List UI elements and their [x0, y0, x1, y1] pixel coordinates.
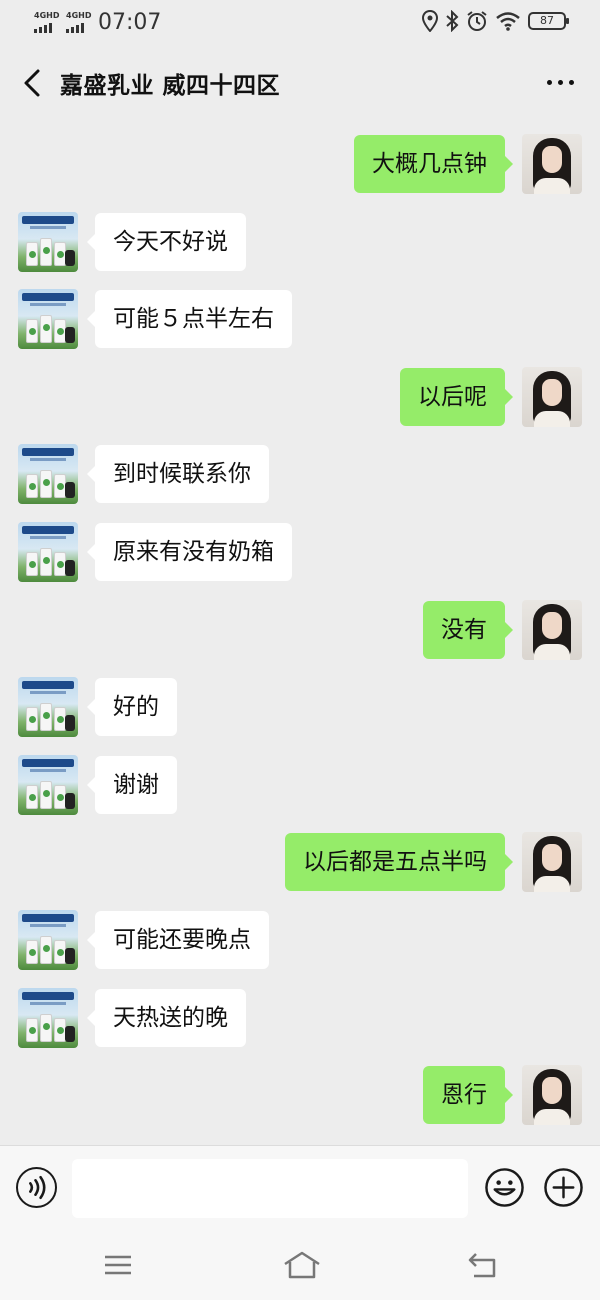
system-nav-bar	[0, 1230, 600, 1300]
message-bubble[interactable]: 好的	[87, 678, 177, 736]
contact-avatar[interactable]	[18, 444, 78, 504]
message-bubble[interactable]: 没有	[423, 601, 513, 659]
wifi-icon	[496, 12, 520, 31]
status-time: 07:07	[98, 10, 162, 35]
contact-avatar[interactable]	[18, 988, 78, 1048]
received-message: 可能５点半左右	[0, 289, 600, 349]
contact-avatar[interactable]	[18, 289, 78, 349]
message-bubble[interactable]: 可能５点半左右	[87, 290, 292, 348]
signal-label: 4GHD	[66, 11, 92, 20]
message-bubble[interactable]: 原来有没有奶箱	[87, 523, 292, 581]
message-bubble[interactable]: 到时候联系你	[87, 445, 269, 503]
location-icon	[422, 10, 438, 32]
contact-avatar[interactable]	[18, 677, 78, 737]
sent-message: 没有	[0, 600, 600, 660]
message-bubble[interactable]: 今天不好说	[87, 213, 246, 271]
message-bubble[interactable]: 以后呢	[400, 368, 513, 426]
message-input[interactable]	[72, 1159, 468, 1218]
message-bubble[interactable]: 天热送的晚	[87, 989, 246, 1047]
received-message: 今天不好说	[0, 212, 600, 272]
contact-avatar[interactable]	[18, 755, 78, 815]
sent-message: 以后都是五点半吗	[0, 832, 600, 892]
signal-icon: 4GHD	[66, 11, 92, 35]
battery-icon: 87	[528, 12, 569, 30]
received-message: 天热送的晚	[0, 988, 600, 1048]
sent-message: 以后呢	[0, 367, 600, 427]
voice-icon[interactable]	[16, 1167, 57, 1208]
back-icon[interactable]	[466, 1250, 500, 1280]
status-bar: 4GHD 4GHD 07:07 87	[0, 0, 600, 46]
user-avatar[interactable]	[522, 600, 582, 660]
more-dots-icon[interactable]	[547, 80, 574, 85]
contact-avatar[interactable]	[18, 522, 78, 582]
chat-header: 嘉盛乳业 威四十四区	[0, 46, 600, 120]
contact-avatar[interactable]	[18, 212, 78, 272]
user-avatar[interactable]	[522, 367, 582, 427]
received-message: 谢谢	[0, 755, 600, 815]
message-bubble[interactable]: 恩行	[423, 1066, 513, 1124]
status-icons: 87	[422, 10, 569, 32]
menu-icon[interactable]	[101, 1250, 135, 1280]
received-message: 到时候联系你	[0, 444, 600, 504]
message-bubble[interactable]: 大概几点钟	[354, 135, 513, 193]
sent-message: 大概几点钟	[0, 134, 600, 194]
emoji-icon[interactable]	[484, 1167, 525, 1208]
chevron-left-icon[interactable]	[18, 68, 48, 98]
received-message: 可能还要晚点	[0, 910, 600, 970]
message-bubble[interactable]: 谢谢	[87, 756, 177, 814]
user-avatar[interactable]	[522, 1065, 582, 1125]
alarm-icon	[467, 11, 487, 31]
plus-icon[interactable]	[543, 1167, 584, 1208]
input-bar	[0, 1145, 600, 1230]
signal-icon: 4GHD	[34, 11, 60, 35]
signal-label: 4GHD	[34, 11, 60, 20]
received-message: 好的	[0, 677, 600, 737]
received-message: 原来有没有奶箱	[0, 522, 600, 582]
user-avatar[interactable]	[522, 134, 582, 194]
message-bubble[interactable]: 可能还要晚点	[87, 911, 269, 969]
message-bubble[interactable]: 以后都是五点半吗	[285, 833, 513, 891]
contact-avatar[interactable]	[18, 910, 78, 970]
chat-title: 嘉盛乳业 威四十四区	[60, 73, 281, 99]
message-list[interactable]: 大概几点钟今天不好说可能５点半左右以后呢到时候联系你 原来有没有奶箱没有好的谢谢以…	[0, 120, 600, 1145]
home-icon[interactable]	[282, 1250, 322, 1280]
sent-message: 恩行	[0, 1065, 600, 1125]
user-avatar[interactable]	[522, 832, 582, 892]
bluetooth-icon	[446, 10, 459, 32]
